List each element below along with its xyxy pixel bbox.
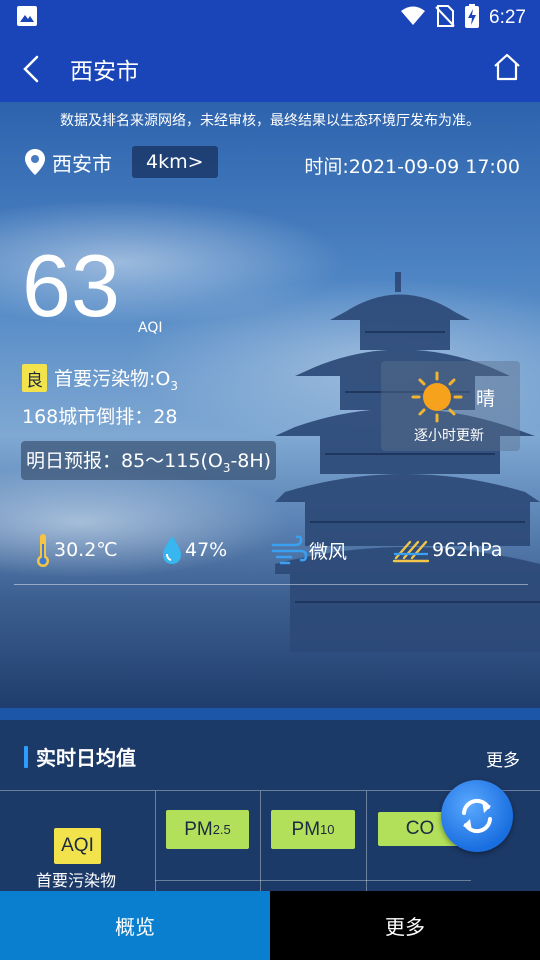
- weather-metrics: 30.2℃ 47% 微风 962hPa: [0, 530, 540, 570]
- battery-charging-icon: [465, 4, 480, 32]
- aqi-level-badge: 良: [22, 364, 47, 393]
- column-divider: [155, 791, 156, 891]
- bottom-nav: 概览 更多: [0, 891, 540, 960]
- aqi-header-badge[interactable]: AQI: [54, 828, 101, 864]
- page-title: 西安市: [70, 59, 139, 85]
- range-button[interactable]: 4km>: [132, 146, 218, 178]
- section-title: 实时日均值: [24, 742, 136, 771]
- tomorrow-forecast[interactable]: 明日预报：85～115(O3-8H): [21, 441, 277, 480]
- aqi-value: 63: [22, 236, 120, 335]
- back-button[interactable]: [0, 36, 62, 102]
- metrics-divider: [14, 584, 528, 585]
- app-header: 西安市: [0, 36, 540, 102]
- wifi-icon: [401, 6, 426, 30]
- pm10-header-badge[interactable]: PM 10: [271, 810, 355, 849]
- water-drop-icon: [163, 536, 181, 564]
- no-sim-icon: [435, 5, 455, 31]
- tab-overview[interactable]: 概览: [0, 891, 270, 960]
- sun-icon: [411, 371, 463, 423]
- column-divider: [366, 791, 367, 891]
- primary-pollutant-label: 首要污染物: [36, 871, 117, 890]
- status-bar: 6:27: [0, 0, 540, 36]
- refresh-icon: [462, 798, 492, 834]
- data-disclaimer: 数据及排名来源网络，未经审核，最终结果以生态环境厅发布为准。: [60, 113, 480, 129]
- column-divider: [260, 791, 261, 891]
- aqi-hero-panel: 数据及排名来源网络，未经审核，最终结果以生态环境厅发布为准。 西安市 4km> …: [0, 102, 540, 708]
- pressure-metric: 962hPa: [392, 530, 503, 570]
- level-row: 良 首要污染物:O3: [22, 364, 178, 393]
- weather-card[interactable]: 晴 逐小时更新: [381, 361, 520, 451]
- pagoda-illustration: [275, 272, 540, 652]
- section-separator: [0, 708, 540, 720]
- more-link[interactable]: 更多: [486, 746, 520, 771]
- primary-pollutant: 首要污染物:O3: [54, 368, 178, 393]
- pressure-icon: [392, 540, 430, 563]
- refresh-button[interactable]: [441, 780, 513, 852]
- wind-metric: 微风: [271, 530, 347, 570]
- image-notification-icon: [16, 5, 38, 31]
- wind-icon: [271, 535, 307, 565]
- chevron-left-icon: [23, 55, 39, 83]
- hourly-update-label: 逐小时更新: [414, 428, 484, 444]
- weather-condition: 晴: [476, 388, 496, 410]
- row-divider: [155, 880, 471, 881]
- city-rank: 168城市倒排：28: [22, 406, 178, 428]
- status-time: 6:27: [489, 7, 526, 28]
- home-icon: [494, 53, 520, 81]
- temperature-metric: 30.2℃: [34, 530, 118, 570]
- location-row: 西安市 4km>: [24, 146, 218, 178]
- home-button[interactable]: [492, 52, 526, 86]
- humidity-metric: 47%: [161, 530, 227, 570]
- pm25-header-badge[interactable]: PM 2.5: [166, 810, 249, 849]
- tab-more[interactable]: 更多: [270, 891, 540, 960]
- location-pin-icon: [25, 149, 45, 175]
- aqi-unit-label: AQI: [138, 320, 163, 336]
- thermometer-icon: [37, 534, 49, 567]
- location-city: 西安市: [52, 151, 112, 176]
- section-accent-bar: [24, 745, 28, 768]
- update-time: 时间:2021-09-09 17:00: [304, 156, 520, 178]
